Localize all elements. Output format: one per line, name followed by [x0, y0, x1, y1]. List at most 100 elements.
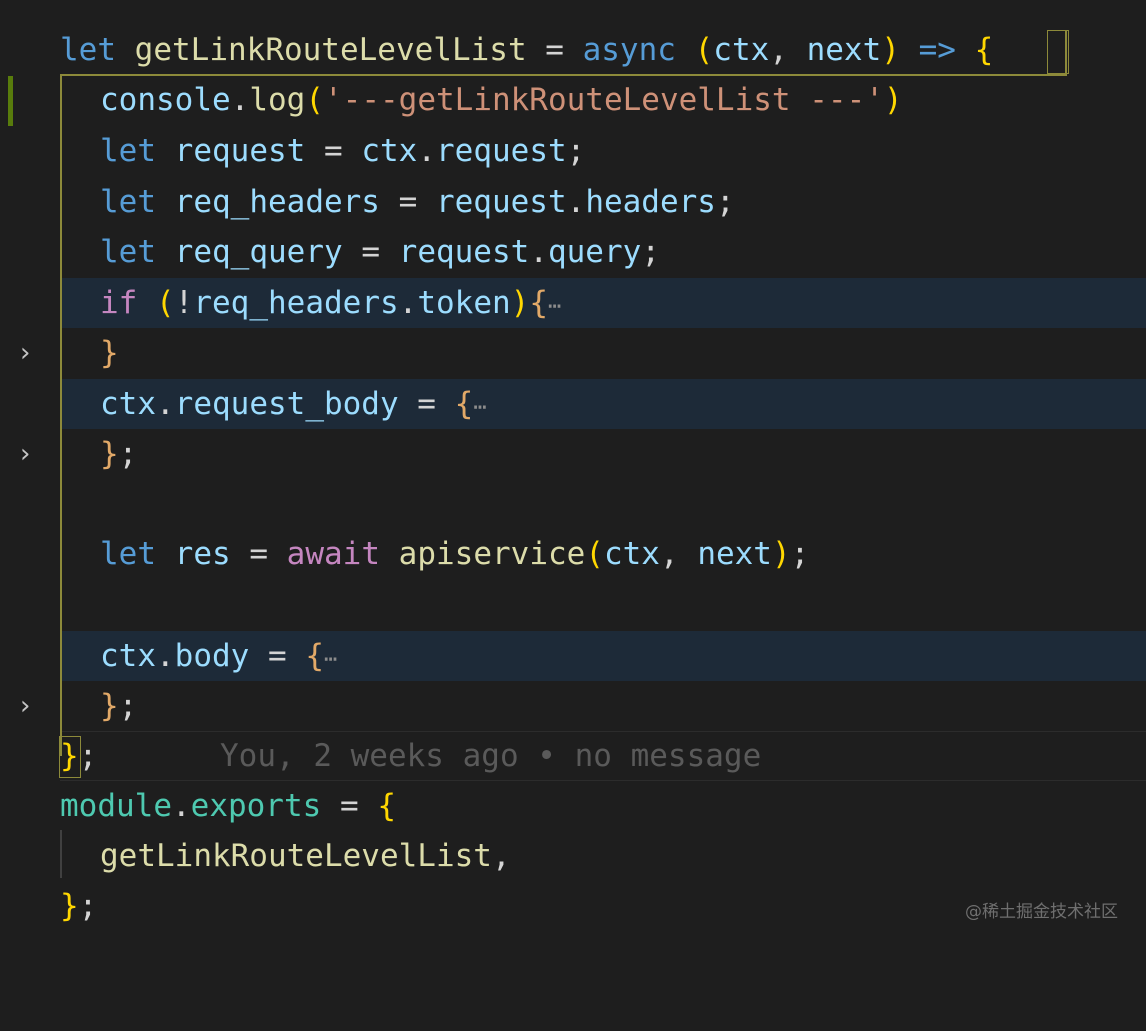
keyword-token: async — [582, 32, 676, 68]
bracket-token: ) — [771, 536, 791, 572]
code-line-7[interactable]: } — [0, 328, 1146, 378]
property-token: query — [547, 234, 642, 270]
arrow-token: => — [918, 32, 956, 68]
variable-token: req_query — [174, 234, 343, 270]
property-token: exports — [190, 788, 322, 824]
function-name-token: getLinkRouteLevelList — [134, 32, 527, 68]
code-line-9[interactable]: }; — [0, 429, 1146, 479]
operator-token: = — [526, 32, 583, 68]
bracket-token: } — [100, 335, 119, 371]
function-name-token: log — [249, 82, 306, 118]
operator-token: = — [249, 638, 306, 674]
fold-ellipsis-icon[interactable]: ⋯ — [548, 294, 561, 319]
function-name-token: getLinkRouteLevelList — [100, 838, 492, 874]
punctuation-token: . — [156, 386, 175, 422]
fold-ellipsis-icon[interactable]: ⋯ — [324, 647, 337, 672]
property-token: token — [417, 285, 511, 321]
code-line-5[interactable]: let req_query = request.query; — [0, 227, 1146, 277]
operator-token: ! — [174, 285, 194, 321]
property-token: request_body — [174, 386, 399, 422]
punctuation-token: . — [156, 638, 175, 674]
punctuation-token: ; — [641, 234, 660, 270]
variable-token: request — [435, 184, 567, 220]
punctuation-token: ; — [715, 184, 735, 220]
bracket-token: { — [305, 638, 324, 674]
bracket-token: } — [60, 738, 79, 774]
punctuation-token: . — [566, 184, 586, 220]
code-line-2[interactable]: console.log('---getLinkRouteLevelList --… — [0, 75, 1146, 125]
bracket-token: ( — [694, 32, 714, 68]
operator-token: = — [398, 386, 455, 422]
keyword-token: let — [100, 184, 156, 220]
keyword-token: let — [60, 32, 116, 68]
punctuation-token: . — [171, 788, 191, 824]
punctuation-token: , — [659, 536, 698, 572]
code-line-11[interactable]: let res = await apiservice(ctx, next); — [0, 529, 1146, 579]
punctuation-token: ; — [118, 436, 138, 472]
code-line-15[interactable]: }; You, 2 weeks ago • no message — [0, 731, 1146, 781]
punctuation-token: ; — [118, 688, 138, 724]
bracket-token: } — [100, 436, 119, 472]
variable-token: req_headers — [174, 184, 380, 220]
module-token: module — [60, 788, 172, 824]
property-token: body — [174, 638, 250, 674]
code-line-6-folded[interactable]: › if (!req_headers.token){⋯ — [0, 278, 1146, 368]
fold-ellipsis-icon[interactable]: ⋯ — [473, 395, 486, 420]
bracket-token: ( — [305, 82, 324, 118]
code-line-16[interactable]: module.exports = { — [0, 781, 1146, 831]
punctuation-token: ; — [78, 738, 98, 774]
punctuation-token: ; — [790, 536, 810, 572]
control-keyword-token: if — [100, 285, 138, 321]
bracket-token: { — [974, 32, 994, 68]
variable-token: res — [174, 536, 231, 572]
code-line-3[interactable]: let request = ctx.request; — [0, 126, 1146, 176]
code-line-1[interactable]: let getLinkRouteLevelList = async (ctx, … — [0, 25, 1146, 75]
bracket-token: ) — [881, 32, 900, 68]
code-editor[interactable]: let getLinkRouteLevelList = async (ctx, … — [0, 0, 1146, 948]
bracket-token: { — [377, 788, 396, 824]
code-line-4[interactable]: let req_headers = request.headers; — [0, 177, 1146, 227]
bracket-token: ) — [510, 285, 530, 321]
punctuation-token: ; — [566, 133, 586, 169]
operator-token: = — [321, 788, 378, 824]
git-blame-annotation: You, 2 weeks ago • no message — [220, 738, 762, 774]
bracket-token: ( — [585, 536, 604, 572]
variable-token: ctx — [100, 386, 156, 422]
code-line-13-folded[interactable]: › ctx.body = {⋯ — [0, 631, 1146, 721]
param-token: ctx — [713, 32, 770, 68]
watermark: @稀土掘金技术社区 — [965, 902, 1118, 922]
operator-token: = — [305, 133, 362, 169]
code-line-8-folded[interactable]: › ctx.request_body = {⋯ — [0, 379, 1146, 469]
property-token: headers — [585, 184, 716, 220]
punctuation-token: , — [491, 838, 511, 874]
punctuation-token: , — [769, 32, 807, 68]
punctuation-token: . — [529, 234, 548, 270]
operator-token: = — [342, 234, 399, 270]
bracket-token: ) — [883, 82, 903, 118]
keyword-token: let — [100, 133, 156, 169]
punctuation-token: ; — [78, 888, 98, 924]
variable-token: ctx — [361, 133, 418, 169]
punctuation-token: . — [417, 133, 436, 169]
bracket-token: } — [60, 888, 79, 924]
code-line-14[interactable]: }; — [0, 681, 1146, 731]
operator-token: = — [379, 184, 436, 220]
variable-token: ctx — [100, 638, 156, 674]
variable-token: console — [100, 82, 231, 118]
variable-token: ctx — [603, 536, 660, 572]
keyword-token: let — [100, 234, 156, 270]
punctuation-token: . — [230, 82, 250, 118]
variable-token: req_headers — [193, 285, 399, 321]
bracket-token: { — [529, 285, 548, 321]
operator-token: = — [230, 536, 287, 572]
variable-token: next — [697, 536, 772, 572]
variable-token: request — [398, 234, 530, 270]
bracket-token: { — [454, 386, 474, 422]
code-line-17[interactable]: getLinkRouteLevelList, — [0, 831, 1146, 881]
property-token: request — [436, 133, 567, 169]
string-token: '---getLinkRouteLevelList ---' — [324, 82, 884, 118]
function-name-token: apiservice — [398, 536, 586, 572]
punctuation-token: . — [398, 285, 418, 321]
bracket-token: ( — [156, 285, 175, 321]
control-keyword-token: await — [286, 536, 380, 572]
